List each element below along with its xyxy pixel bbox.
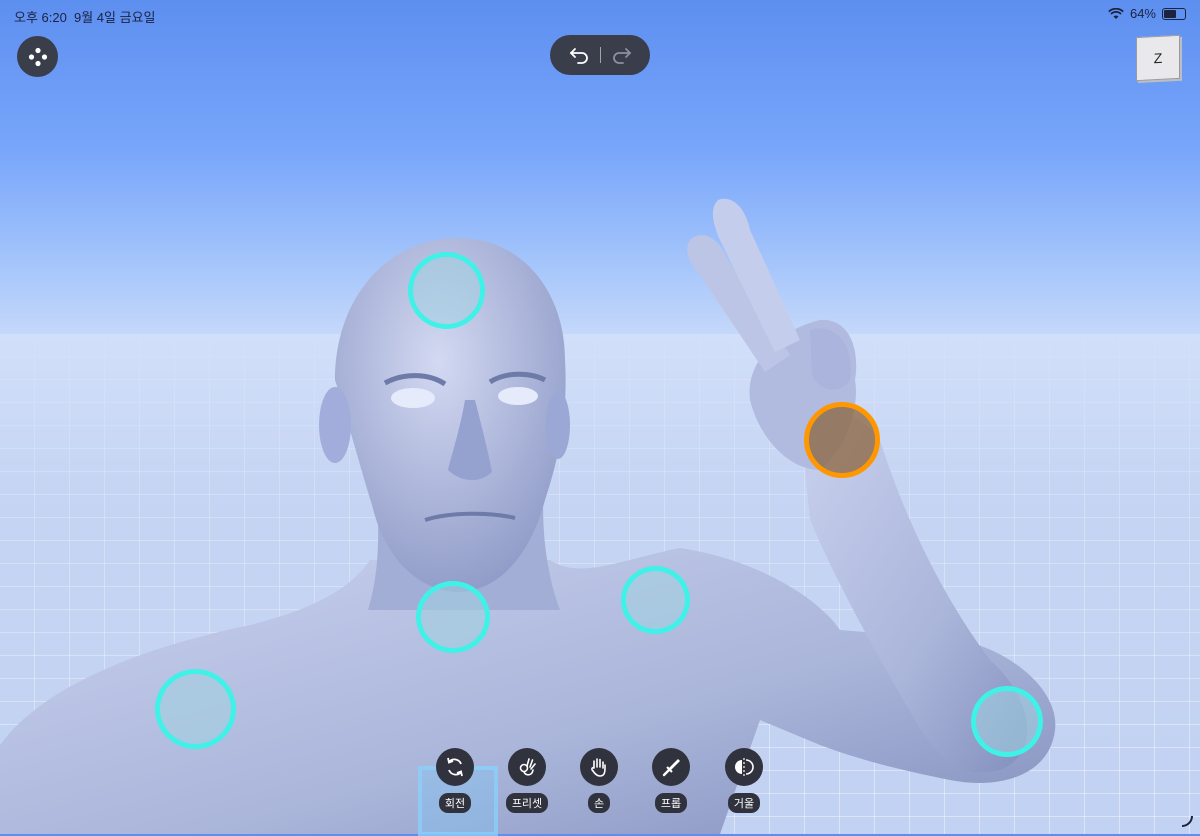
joint-neck[interactable] <box>416 581 490 653</box>
joint-elbow-right[interactable] <box>971 686 1043 757</box>
ear-right <box>546 391 570 459</box>
hand-icon <box>580 748 618 786</box>
tool-rotate[interactable]: 회전 <box>425 748 485 813</box>
tool-hand[interactable]: 손 <box>569 748 629 813</box>
ok-hand-icon <box>508 748 546 786</box>
mirror-icon <box>725 748 763 786</box>
rotate-icon <box>436 748 474 786</box>
resize-corner-icon <box>1181 815 1193 827</box>
bottom-toolbar: 회전 프리셋 손 프롭 거울 <box>0 748 1200 834</box>
ear-left <box>319 387 351 463</box>
tool-mirror-label: 거울 <box>727 793 761 813</box>
tool-rotate-label: 회전 <box>438 793 472 813</box>
eye-right <box>498 387 538 405</box>
eye-left <box>391 388 435 408</box>
tool-mirror[interactable]: 거울 <box>714 748 774 813</box>
sword-icon <box>652 748 690 786</box>
joint-wrist-selected[interactable] <box>804 402 880 478</box>
joint-head[interactable] <box>408 252 485 329</box>
tool-hand-label: 손 <box>587 793 611 813</box>
tool-prop[interactable]: 프롭 <box>641 748 701 813</box>
tool-prop-label: 프롭 <box>654 793 688 813</box>
joint-shoulder-right[interactable] <box>621 566 690 634</box>
joint-shoulder-left[interactable] <box>155 669 236 749</box>
tool-preset[interactable]: 프리셋 <box>497 748 557 813</box>
tool-preset-label: 프리셋 <box>505 793 549 813</box>
